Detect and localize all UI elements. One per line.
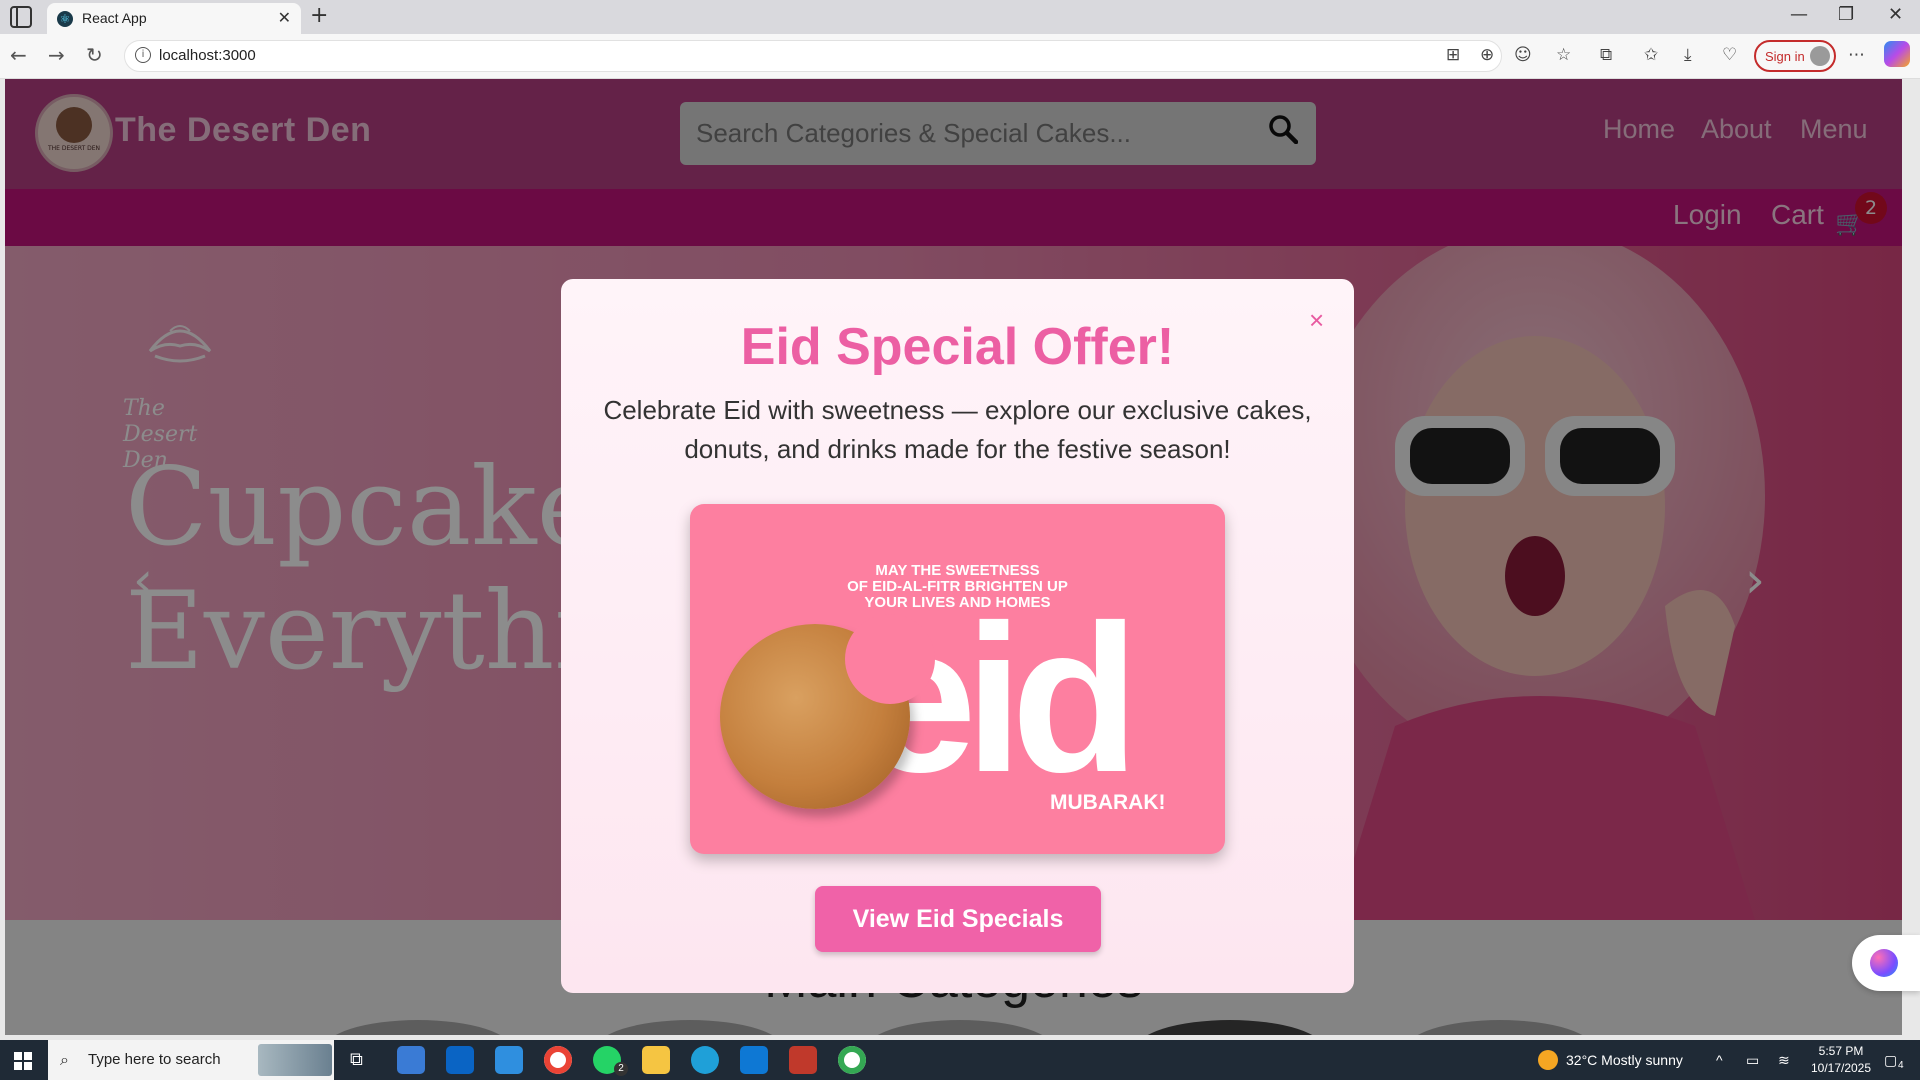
avatar <box>1810 46 1830 66</box>
extensions-icon[interactable]: ⧉ <box>1600 45 1612 65</box>
react-icon: ⚛ <box>57 11 73 27</box>
restore-icon[interactable]: ❐ <box>1838 4 1854 25</box>
clock-time: 5:57 PM <box>1818 1044 1864 1058</box>
outlook-icon[interactable] <box>446 1046 474 1074</box>
forward-icon[interactable]: → <box>48 43 65 67</box>
whatsapp-badge: 2 <box>614 1062 628 1076</box>
clock[interactable]: 5:57 PM 10/17/2025 <box>1806 1043 1876 1077</box>
downloads-icon[interactable]: ⤓ <box>1684 45 1692 65</box>
notification-count: 4 <box>1898 1060 1904 1071</box>
view-eid-specials-button[interactable]: View Eid Specials <box>815 886 1101 952</box>
favorites-icon[interactable]: ✩ <box>1644 45 1658 65</box>
eid-promo-image: MAY THE SWEETNESS OF EID-AL-FITR BRIGHTE… <box>690 504 1225 854</box>
close-tab-icon[interactable]: ✕ <box>278 8 291 27</box>
new-tab-icon[interactable]: + <box>310 3 328 28</box>
more-menu-icon[interactable]: ⋯ <box>1848 45 1865 65</box>
signin-button[interactable]: Sign in <box>1754 40 1836 72</box>
address-bar: ← → ↻ i localhost:3000 ⊞ ⊕ ☺ ☆ ⧉ ✩ ⤓ ♡ S… <box>0 34 1920 79</box>
ai-brain-icon <box>1870 949 1898 977</box>
photos-icon[interactable] <box>495 1046 523 1074</box>
tray-chevron-icon[interactable]: ^ <box>1716 1052 1723 1068</box>
modal-title: Eid Special Offer! <box>740 318 1175 376</box>
search-icon: ⌕ <box>60 1050 69 1069</box>
modal-backdrop[interactable]: × Eid Special Offer! Celebrate Eid with … <box>5 79 1902 1035</box>
app-icon[interactable] <box>789 1046 817 1074</box>
url-field[interactable]: i localhost:3000 <box>124 40 1502 72</box>
site-info-icon[interactable]: i <box>135 47 151 63</box>
promo-line-1: MAY THE SWEETNESS <box>875 562 1040 579</box>
browser-essentials-icon[interactable]: ♡ <box>1722 45 1737 65</box>
microsoft-store-icon[interactable] <box>397 1046 425 1074</box>
chrome-icon[interactable] <box>544 1046 572 1074</box>
promo-mubarak-text: MUBARAK! <box>1050 791 1166 814</box>
back-icon[interactable]: ← <box>10 43 27 67</box>
minimize-icon[interactable]: — <box>1790 4 1808 25</box>
windows-start-icon[interactable] <box>14 1052 32 1070</box>
reload-icon[interactable]: ↻ <box>86 43 103 67</box>
task-view-icon[interactable]: ⧉ <box>350 1049 363 1070</box>
signin-label: Sign in <box>1765 49 1805 64</box>
favorite-star-icon[interactable]: ☆ <box>1556 45 1571 65</box>
cookie-bite <box>845 614 935 704</box>
eid-offer-modal: × Eid Special Offer! Celebrate Eid with … <box>561 279 1354 993</box>
immersive-reader-icon[interactable]: ☺ <box>1514 45 1532 65</box>
browser-tab-bar: ⚛ React App ✕ + — ❐ ✕ <box>0 0 1920 34</box>
network-icon[interactable]: ≋ <box>1778 1052 1790 1069</box>
browser-tab[interactable]: ⚛ React App ✕ <box>47 3 301 34</box>
notification-icon[interactable]: ▢ <box>1884 1052 1897 1069</box>
battery-icon[interactable]: ▭ <box>1746 1052 1759 1069</box>
taskbar: ⌕ Type here to search ⧉ 2 32°C Mostly su… <box>0 1040 1920 1080</box>
vscode-icon[interactable] <box>740 1046 768 1074</box>
weather-text[interactable]: 32°C Mostly sunny <box>1566 1052 1683 1068</box>
taskbar-search[interactable]: ⌕ Type here to search <box>48 1040 334 1080</box>
tab-title: React App <box>82 10 147 26</box>
edge-icon[interactable] <box>691 1046 719 1074</box>
assistant-bubble[interactable] <box>1852 935 1920 991</box>
weather-sun-icon <box>1538 1050 1558 1070</box>
copilot-icon[interactable] <box>1884 41 1910 67</box>
url-text: localhost:3000 <box>159 47 256 64</box>
search-highlight-image <box>258 1044 332 1076</box>
taskbar-search-input[interactable]: Type here to search <box>88 1051 221 1068</box>
clock-date: 10/17/2025 <box>1810 1061 1872 1075</box>
zoom-icon[interactable]: ⊕ <box>1480 45 1494 65</box>
tab-actions-icon[interactable] <box>10 6 32 28</box>
chrome-canary-icon[interactable] <box>838 1046 866 1074</box>
close-window-icon[interactable]: ✕ <box>1888 4 1903 25</box>
modal-description: Celebrate Eid with sweetness — explore o… <box>603 395 1312 464</box>
file-explorer-icon[interactable] <box>642 1046 670 1074</box>
app-available-icon[interactable]: ⊞ <box>1446 45 1460 65</box>
